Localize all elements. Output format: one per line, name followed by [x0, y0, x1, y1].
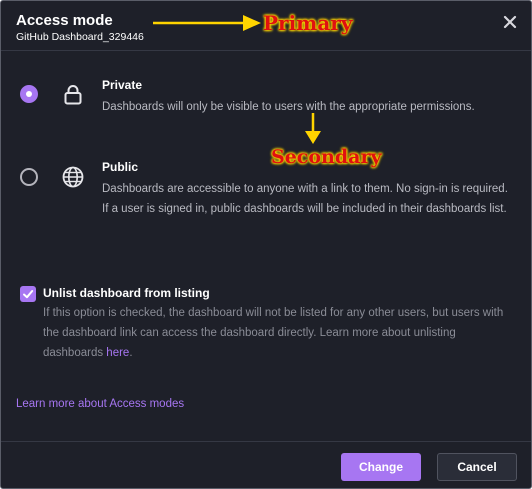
- close-button[interactable]: [501, 13, 519, 31]
- unlist-checkbox-label: Unlist dashboard from listing: [43, 286, 210, 300]
- checkmark-icon: [23, 290, 34, 299]
- unlist-description-end: .: [129, 347, 133, 359]
- access-mode-dialog: Access mode GitHub Dashboard_329446 Prim…: [0, 0, 532, 489]
- unlist-description: If this option is checked, the dashboard…: [43, 303, 518, 363]
- secondary-annotation-arrow: [305, 113, 321, 144]
- dialog-title: Access mode: [16, 12, 113, 29]
- globe-icon: [62, 166, 84, 188]
- unlisting-help-link[interactable]: here: [106, 347, 129, 359]
- change-button[interactable]: Change: [341, 453, 421, 481]
- close-icon: [503, 15, 517, 29]
- private-option-title: Private: [102, 78, 143, 92]
- unlist-checkbox[interactable]: [20, 286, 36, 302]
- cancel-button[interactable]: Cancel: [437, 453, 517, 481]
- public-option-title: Public: [102, 160, 139, 174]
- dialog-footer: Change Cancel: [1, 441, 531, 488]
- private-radio[interactable]: [20, 85, 38, 103]
- secondary-annotation-label: Secondary: [271, 146, 382, 168]
- learn-more-access-modes-link[interactable]: Learn more about Access modes: [16, 398, 184, 410]
- primary-annotation-label: Primary: [263, 11, 353, 35]
- primary-annotation-arrow: [153, 15, 261, 31]
- lock-icon: [64, 85, 82, 105]
- public-radio[interactable]: [20, 168, 38, 186]
- public-option-description: Dashboards are accessible to anyone with…: [102, 183, 508, 215]
- dialog-subtitle: GitHub Dashboard_329446: [16, 31, 144, 43]
